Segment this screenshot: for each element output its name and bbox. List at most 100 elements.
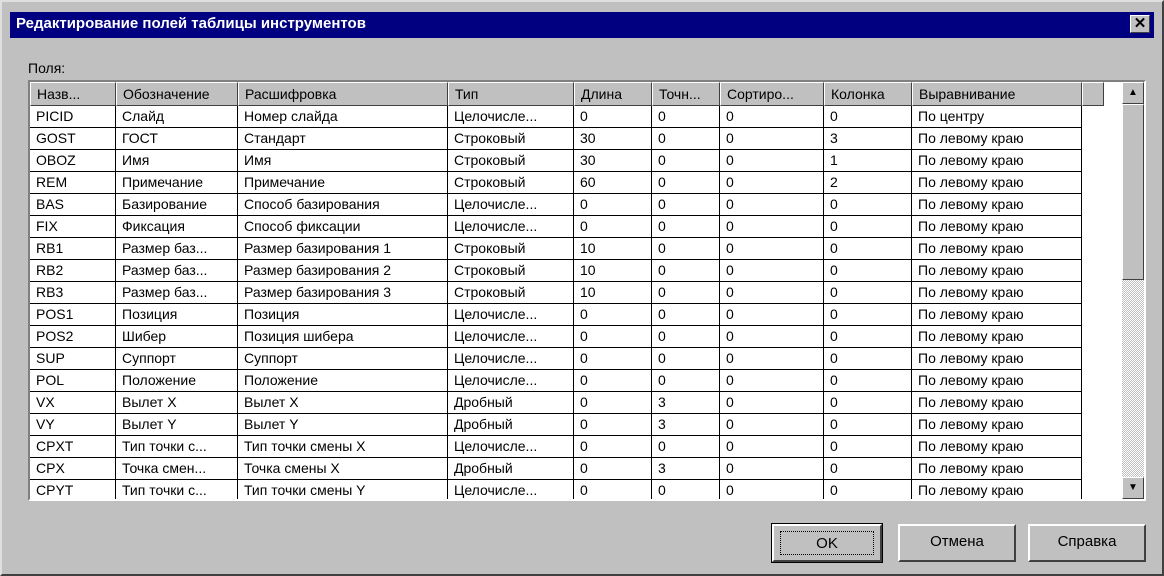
cell-description[interactable]: Способ фиксации xyxy=(238,216,448,238)
cell-symbol[interactable]: Размер баз... xyxy=(116,260,238,282)
column-header-type[interactable]: Тип xyxy=(448,82,574,106)
cell-alignment[interactable]: По левому краю xyxy=(912,436,1082,458)
cell-name[interactable]: RB1 xyxy=(30,238,116,260)
cell-symbol[interactable]: Шибер xyxy=(116,326,238,348)
cell-precision[interactable]: 0 xyxy=(652,348,720,370)
cell-length[interactable]: 0 xyxy=(574,436,652,458)
cell-precision[interactable]: 0 xyxy=(652,194,720,216)
cell-precision[interactable]: 0 xyxy=(652,370,720,392)
cell-sort[interactable]: 0 xyxy=(720,128,824,150)
cell-description[interactable]: Способ базирования xyxy=(238,194,448,216)
cell-description[interactable]: Точка смены X xyxy=(238,458,448,480)
cell-length[interactable]: 10 xyxy=(574,282,652,304)
cell-column[interactable]: 3 xyxy=(824,128,912,150)
cell-alignment[interactable]: По левому краю xyxy=(912,238,1082,260)
cell-precision[interactable]: 0 xyxy=(652,326,720,348)
table-row[interactable]: CPYT Тип точки с... Тип точки смены Y Целоч… xyxy=(30,480,1124,499)
cancel-button[interactable]: Отмена xyxy=(898,524,1016,562)
cell-length[interactable]: 10 xyxy=(574,238,652,260)
cell-column[interactable]: 0 xyxy=(824,370,912,392)
table-row[interactable]: POL Положение Положение Целочисле... 0 0 0 0 По … xyxy=(30,370,1124,392)
cell-alignment[interactable]: По левому краю xyxy=(912,370,1082,392)
cell-length[interactable]: 0 xyxy=(574,458,652,480)
table-row[interactable]: FIX Фиксация Способ фиксации Целочисле... 0 0… xyxy=(30,216,1124,238)
cell-description[interactable]: Имя xyxy=(238,150,448,172)
cell-sort[interactable]: 0 xyxy=(720,414,824,436)
cell-description[interactable]: Номер слайда xyxy=(238,106,448,128)
cell-precision[interactable]: 0 xyxy=(652,304,720,326)
column-header-symbol[interactable]: Обозначение xyxy=(116,82,238,106)
cell-alignment[interactable]: По левому краю xyxy=(912,150,1082,172)
table-row[interactable]: VY Вылет Y Вылет Y Дробный 0 3 0 0 По левому кра… xyxy=(30,414,1124,436)
scroll-down-button[interactable]: ▼ xyxy=(1122,477,1144,499)
cell-type[interactable]: Целочисле... xyxy=(448,106,574,128)
cell-name[interactable]: GOST xyxy=(30,128,116,150)
cell-column[interactable]: 0 xyxy=(824,194,912,216)
cell-column[interactable]: 0 xyxy=(824,392,912,414)
cell-symbol[interactable]: Тип точки с... xyxy=(116,480,238,499)
fields-table[interactable]: Назв... Обозначение Расшифровка Тип Длина Точ… xyxy=(28,80,1146,501)
cell-column[interactable]: 2 xyxy=(824,172,912,194)
cell-alignment[interactable]: По левому краю xyxy=(912,326,1082,348)
cell-alignment[interactable]: По левому краю xyxy=(912,392,1082,414)
cell-alignment[interactable]: По левому краю xyxy=(912,414,1082,436)
cell-name[interactable]: CPX xyxy=(30,458,116,480)
cell-symbol[interactable]: Фиксация xyxy=(116,216,238,238)
cell-sort[interactable]: 0 xyxy=(720,260,824,282)
cell-sort[interactable]: 0 xyxy=(720,326,824,348)
cell-description[interactable]: Размер базирования 3 xyxy=(238,282,448,304)
title-bar[interactable]: Редактирование полей таблицы инструменто… xyxy=(10,12,1154,38)
cell-symbol[interactable]: Базирование xyxy=(116,194,238,216)
cell-description[interactable]: Тип точки смены X xyxy=(238,436,448,458)
column-header-alignment[interactable]: Выравнивание xyxy=(912,82,1082,106)
cell-type[interactable]: Дробный xyxy=(448,414,574,436)
cell-alignment[interactable]: По левому краю xyxy=(912,480,1082,499)
table-row[interactable]: SUP Суппорт Суппорт Целочисле... 0 0 0 0 По лево… xyxy=(30,348,1124,370)
table-row[interactable]: OBOZ Имя Имя Строковый 30 0 0 1 По левому краю xyxy=(30,150,1124,172)
cell-type[interactable]: Целочисле... xyxy=(448,348,574,370)
cell-type[interactable]: Дробный xyxy=(448,458,574,480)
cell-length[interactable]: 0 xyxy=(574,326,652,348)
cell-column[interactable]: 0 xyxy=(824,414,912,436)
cell-precision[interactable]: 0 xyxy=(652,128,720,150)
cell-name[interactable]: SUP xyxy=(30,348,116,370)
cell-precision[interactable]: 3 xyxy=(652,392,720,414)
cell-sort[interactable]: 0 xyxy=(720,370,824,392)
cell-symbol[interactable]: Вылет Y xyxy=(116,414,238,436)
cell-column[interactable]: 0 xyxy=(824,260,912,282)
column-header-precision[interactable]: Точн... xyxy=(652,82,720,106)
cell-name[interactable]: POL xyxy=(30,370,116,392)
cell-sort[interactable]: 0 xyxy=(720,436,824,458)
cell-alignment[interactable]: По левому краю xyxy=(912,172,1082,194)
cell-alignment[interactable]: По левому краю xyxy=(912,458,1082,480)
cell-length[interactable]: 0 xyxy=(574,304,652,326)
cell-precision[interactable]: 0 xyxy=(652,238,720,260)
cell-alignment[interactable]: По левому краю xyxy=(912,216,1082,238)
cell-name[interactable]: VX xyxy=(30,392,116,414)
cell-symbol[interactable]: Точка смен... xyxy=(116,458,238,480)
cell-type[interactable]: Целочисле... xyxy=(448,370,574,392)
cell-sort[interactable]: 0 xyxy=(720,304,824,326)
cell-sort[interactable]: 0 xyxy=(720,348,824,370)
cell-description[interactable]: Суппорт xyxy=(238,348,448,370)
cell-name[interactable]: RB3 xyxy=(30,282,116,304)
scroll-thumb[interactable] xyxy=(1122,104,1144,280)
cell-type[interactable]: Целочисле... xyxy=(448,304,574,326)
cell-type[interactable]: Строковый xyxy=(448,282,574,304)
column-header-length[interactable]: Длина xyxy=(574,82,652,106)
close-button[interactable]: ✕ xyxy=(1130,15,1150,33)
cell-type[interactable]: Целочисле... xyxy=(448,194,574,216)
cell-alignment[interactable]: По левому краю xyxy=(912,194,1082,216)
cell-column[interactable]: 0 xyxy=(824,480,912,499)
cell-description[interactable]: Размер базирования 2 xyxy=(238,260,448,282)
cell-precision[interactable]: 3 xyxy=(652,414,720,436)
cell-description[interactable]: Позиция xyxy=(238,304,448,326)
table-row[interactable]: CPXT Тип точки с... Тип точки смены X Целоч… xyxy=(30,436,1124,458)
cell-precision[interactable]: 0 xyxy=(652,106,720,128)
cell-column[interactable]: 1 xyxy=(824,150,912,172)
cell-name[interactable]: CPYT xyxy=(30,480,116,499)
cell-column[interactable]: 0 xyxy=(824,238,912,260)
column-header-column[interactable]: Колонка xyxy=(824,82,912,106)
cell-type[interactable]: Целочисле... xyxy=(448,326,574,348)
table-row[interactable]: RB1 Размер баз... Размер базирования 1 Стро… xyxy=(30,238,1124,260)
